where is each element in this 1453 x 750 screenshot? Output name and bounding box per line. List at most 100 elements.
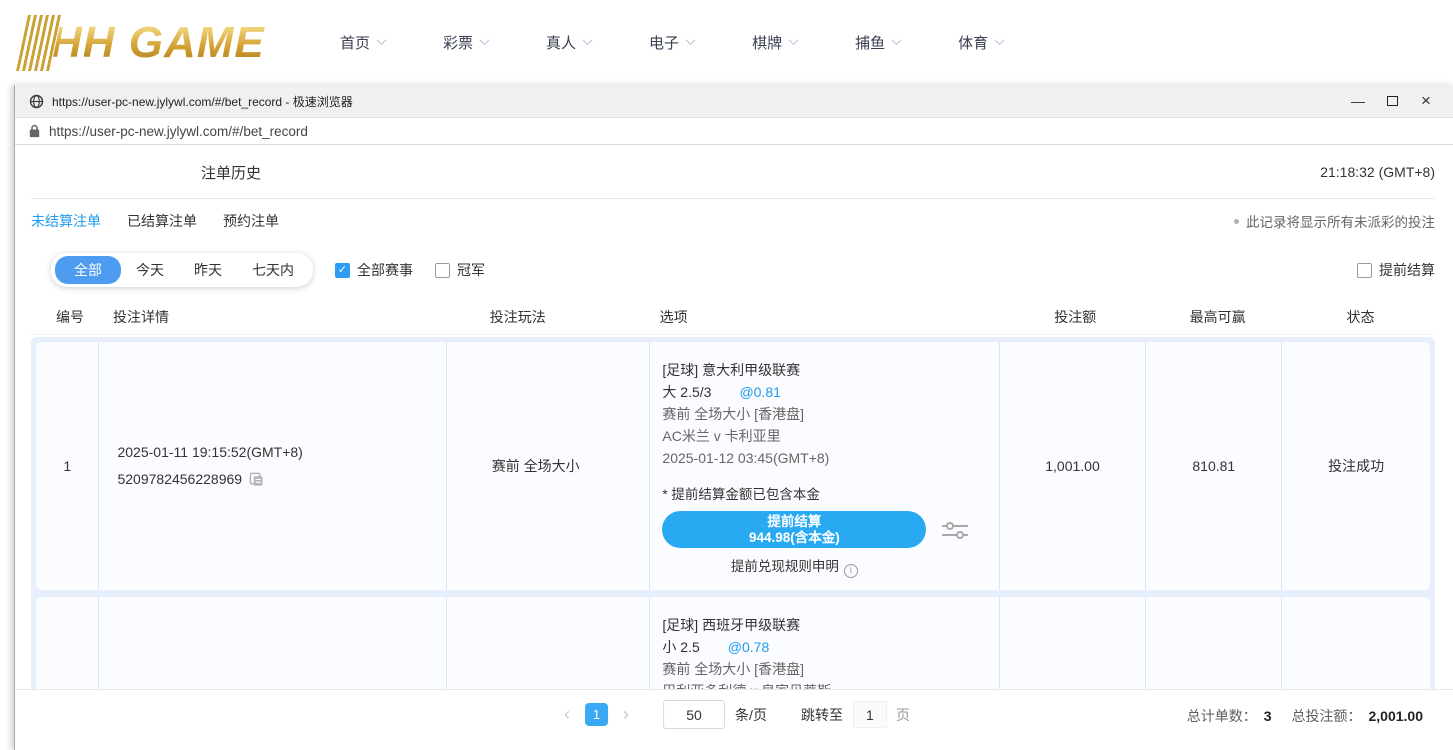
copy-icon[interactable] [249, 472, 264, 487]
tab-settled[interactable]: 已结算注单 [127, 211, 197, 231]
nav-item-fishing[interactable]: 捕鱼 [855, 32, 900, 53]
header-detail: 投注详情 [95, 307, 445, 327]
bet-detail-cell: 2025-01-11 19:15:52(GMT+8) 5209782456228… [99, 342, 446, 590]
site-logo[interactable]: HH GAME [22, 15, 312, 71]
next-page-button[interactable]: › [617, 704, 635, 725]
chevron-down-icon [686, 35, 696, 45]
bet-status: 投注成功 [1282, 342, 1430, 590]
match-time: 2025-01-12 03:45(GMT+8) [662, 447, 998, 469]
page-content: 注单历史 21:18:32 (GMT+8) 未结算注单 已结算注单 预约注单 此… [15, 146, 1453, 750]
pager: ‹ 1 › 条/页 跳转至 页 [558, 700, 910, 729]
chevron-down-icon [480, 35, 490, 45]
range-yesterday-button[interactable]: 昨天 [179, 256, 237, 284]
nav-item-sports[interactable]: 体育 [958, 32, 1003, 53]
nav-label: 真人 [546, 32, 576, 53]
nav-item-lottery[interactable]: 彩票 [443, 32, 488, 53]
tab-unsettled[interactable]: 未结算注单 [31, 211, 101, 231]
sliders-icon[interactable] [940, 518, 970, 542]
range-today-button[interactable]: 今天 [121, 256, 179, 284]
nav-item-slots[interactable]: 电子 [649, 32, 694, 53]
bet-no: 1 [36, 342, 99, 590]
browser-window: https://user-pc-new.jylywl.com/#/bet_rec… [14, 85, 1453, 750]
bet-play: 赛前 全场大小 [447, 342, 651, 590]
header-play: 投注玩法 [445, 307, 650, 327]
all-events-checkbox[interactable]: ✓ 全部赛事 [335, 260, 413, 280]
cashout-note: * 提前结算金额已包含本金 [662, 483, 998, 503]
nav-label: 捕鱼 [855, 32, 885, 53]
page-word-label: 页 [896, 705, 910, 725]
note-text: 此记录将显示所有未派彩的投注 [1246, 211, 1435, 231]
champion-checkbox[interactable]: 冠军 [435, 260, 485, 280]
cashout-amount: 944.98(含本金) [749, 530, 840, 546]
jump-page-input[interactable] [853, 701, 887, 728]
cashout-button[interactable]: 提前结算 944.98(含本金) [662, 511, 926, 548]
current-time: 21:18:32 (GMT+8) [1320, 164, 1435, 180]
logo-text: HH GAME [50, 18, 265, 68]
odds: @0.78 [728, 639, 769, 655]
total-count-label: 总计单数： [1187, 706, 1257, 726]
bullet-icon [1234, 219, 1239, 224]
table-header: 编号 投注详情 投注玩法 选项 投注额 最高可赢 状态 [31, 299, 1435, 335]
range-7days-button[interactable]: 七天内 [237, 256, 309, 284]
cashout-rule-link[interactable]: 提前兑现规则申明 [731, 559, 839, 574]
nav-item-live[interactable]: 真人 [546, 32, 591, 53]
page-1-button[interactable]: 1 [585, 703, 608, 726]
tab-reserved[interactable]: 预约注单 [223, 211, 279, 231]
bet-id: 5209782456228969 [117, 466, 242, 493]
info-icon[interactable]: i [844, 564, 858, 578]
page-header: 注单历史 21:18:32 (GMT+8) [31, 146, 1435, 198]
nav-label: 棋牌 [752, 32, 782, 53]
close-button[interactable]: × [1409, 91, 1443, 111]
tabs-row: 未结算注单 已结算注单 预约注单 此记录将显示所有未派彩的投注 [31, 199, 1435, 243]
pick: 大 2.5/3 [662, 384, 711, 400]
range-all-button[interactable]: 全部 [55, 256, 121, 284]
checkbox-label: 冠军 [457, 260, 485, 280]
match-teams: AC米兰 v 卡利亚里 [662, 425, 998, 447]
lock-icon [29, 124, 40, 138]
main-nav: 首页 彩票 真人 电子 棋牌 捕鱼 体育 [340, 32, 1061, 53]
nav-label: 电子 [649, 32, 679, 53]
chevron-down-icon [995, 35, 1005, 45]
page-size-input[interactable] [663, 700, 725, 729]
url-text[interactable]: https://user-pc-new.jylywl.com/#/bet_rec… [49, 124, 308, 139]
totals: 总计单数： 3 总投注额： 2,001.00 [1187, 706, 1423, 726]
browser-titlebar[interactable]: https://user-pc-new.jylywl.com/#/bet_rec… [15, 85, 1453, 118]
league: [足球] 意大利甲级联赛 [662, 359, 998, 381]
per-page-label: 条/页 [735, 705, 767, 725]
prev-page-button[interactable]: ‹ [558, 704, 576, 725]
pick: 小 2.5 [662, 639, 699, 655]
header-maxwin: 最高可赢 [1149, 307, 1286, 327]
table-row: 1 2025-01-11 19:15:52(GMT+8) 52097824562… [36, 342, 1430, 590]
window-title: https://user-pc-new.jylywl.com/#/bet_rec… [52, 93, 1341, 110]
jump-label: 跳转至 [801, 705, 843, 725]
total-count-value: 3 [1264, 708, 1272, 724]
bet-time: 2025-01-11 19:15:52(GMT+8) [117, 439, 445, 466]
pagination-bar: ‹ 1 › 条/页 跳转至 页 总计单数： 3 总投注额： 2,001.00 [15, 689, 1453, 750]
total-amount-label: 总投注额： [1292, 706, 1362, 726]
page-title: 注单历史 [201, 162, 261, 183]
nav-item-home[interactable]: 首页 [340, 32, 385, 53]
filter-row: 全部 今天 昨天 七天内 ✓ 全部赛事 冠军 提前结算 [31, 251, 1435, 289]
nav-item-chess[interactable]: 棋牌 [752, 32, 797, 53]
header-option: 选项 [650, 307, 1002, 327]
total-amount-value: 2,001.00 [1369, 708, 1424, 724]
browser-urlbar[interactable]: https://user-pc-new.jylywl.com/#/bet_rec… [15, 118, 1453, 145]
minimize-button[interactable]: — [1341, 93, 1375, 109]
header-no: 编号 [31, 307, 95, 327]
market: 赛前 全场大小 [香港盘] [662, 658, 998, 680]
globe-icon [29, 94, 44, 109]
nav-label: 首页 [340, 32, 370, 53]
maximize-button[interactable] [1375, 93, 1409, 109]
early-settle-checkbox[interactable]: 提前结算 [1357, 260, 1435, 280]
odds: @0.81 [739, 384, 780, 400]
checkbox-label: 提前结算 [1379, 260, 1435, 280]
bet-maxwin: 810.81 [1146, 342, 1282, 590]
cashout-button-label: 提前结算 [767, 514, 821, 530]
maximize-icon [1387, 96, 1398, 106]
checkbox-unchecked-icon [435, 263, 450, 278]
market: 赛前 全场大小 [香港盘] [662, 403, 998, 425]
window-controls: — × [1341, 91, 1443, 111]
nav-label: 体育 [958, 32, 988, 53]
record-note: 此记录将显示所有未派彩的投注 [1234, 211, 1435, 231]
checkbox-unchecked-icon [1357, 263, 1372, 278]
